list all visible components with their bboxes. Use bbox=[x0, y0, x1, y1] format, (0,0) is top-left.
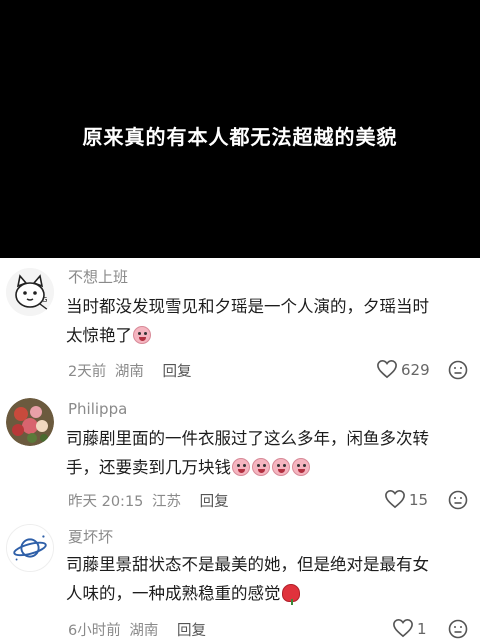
avatar[interactable]: G bbox=[6, 268, 54, 316]
comment-text-line: 手，还要卖到几万块钱 bbox=[66, 458, 231, 477]
comment-text: 当时都没发现雪见和夕瑶是一个人演的，夕瑶当时 太惊艳了 bbox=[66, 292, 476, 350]
comment-username[interactable]: Philippa bbox=[68, 400, 127, 418]
like-button[interactable]: 15 bbox=[384, 489, 428, 509]
crying-laughing-emoji-icon bbox=[232, 458, 250, 476]
comment-item: G 不想上班 当时都没发现雪见和夕瑶是一个人演的，夕瑶当时 太惊艳了 2天前 湖… bbox=[0, 266, 480, 386]
comment-text-line: 司藤剧里面的一件衣服过了这么多年，闲鱼多次转 bbox=[66, 429, 429, 448]
comment-item: 夏坏坏 司藤里景甜状态不是最美的她，但是绝对是最有女 人味的，一种成熟稳重的感觉… bbox=[0, 524, 480, 640]
crying-laughing-emoji-icon bbox=[133, 326, 151, 344]
video-banner[interactable]: 原来真的有本人都无法超越的美貌 bbox=[0, 0, 480, 258]
like-button[interactable]: 1 bbox=[392, 618, 427, 638]
avatar[interactable] bbox=[6, 524, 54, 572]
cartoon-animal-icon: G bbox=[6, 268, 54, 316]
comment-time: 6小时前 bbox=[68, 623, 121, 639]
comment-location: 湖南 bbox=[129, 623, 159, 639]
dislike-button[interactable] bbox=[448, 360, 468, 384]
comment-username[interactable]: 夏坏坏 bbox=[68, 526, 113, 547]
banner-title: 原来真的有本人都无法超越的美貌 bbox=[82, 125, 398, 149]
comment-text-line: 司藤里景甜状态不是最美的她，但是绝对是最有女 bbox=[66, 555, 429, 574]
dislike-face-icon bbox=[448, 490, 468, 510]
comment-time: 2天前 bbox=[68, 364, 107, 380]
reply-button[interactable]: 回复 bbox=[162, 364, 191, 380]
comment-meta: 2天前 湖南 回复 bbox=[68, 360, 195, 381]
reply-button[interactable]: 回复 bbox=[200, 494, 229, 510]
comment-text-line: 当时都没发现雪见和夕瑶是一个人演的，夕瑶当时 bbox=[66, 297, 429, 316]
crying-laughing-emoji-icon bbox=[272, 458, 290, 476]
comment-username[interactable]: 不想上班 bbox=[68, 266, 128, 287]
like-button[interactable]: 629 bbox=[376, 359, 430, 379]
dislike-face-icon bbox=[448, 619, 468, 639]
comment-location: 江苏 bbox=[152, 494, 182, 510]
comment-item: Philippa 司藤剧里面的一件衣服过了这么多年，闲鱼多次转 手，还要卖到几万… bbox=[0, 398, 480, 513]
heart-icon bbox=[393, 618, 413, 638]
dislike-button[interactable] bbox=[448, 490, 468, 514]
heart-icon bbox=[385, 489, 405, 509]
heart-icon bbox=[377, 359, 397, 379]
crying-laughing-emoji-icon bbox=[292, 458, 310, 476]
rose-emoji-icon bbox=[281, 584, 300, 605]
comment-text-line: 太惊艳了 bbox=[66, 326, 132, 345]
crying-laughing-emoji-icon bbox=[252, 458, 270, 476]
planet-icon bbox=[7, 525, 53, 571]
comment-meta: 6小时前 湖南 回复 bbox=[68, 619, 210, 640]
avatar[interactable] bbox=[6, 398, 54, 446]
like-count: 629 bbox=[401, 361, 430, 379]
comment-meta: 昨天 20:15 江苏 回复 bbox=[68, 490, 233, 511]
like-count: 1 bbox=[417, 620, 427, 638]
like-count: 15 bbox=[409, 491, 429, 509]
comment-text-line: 人味的，一种成熟稳重的感觉 bbox=[66, 584, 281, 603]
reply-button[interactable]: 回复 bbox=[177, 623, 206, 639]
comment-time: 昨天 20:15 bbox=[68, 494, 144, 510]
svg-text:G: G bbox=[42, 296, 47, 304]
comment-text: 司藤里景甜状态不是最美的她，但是绝对是最有女 人味的，一种成熟稳重的感觉 bbox=[66, 550, 476, 608]
comment-location: 湖南 bbox=[114, 364, 144, 380]
flower-photo-icon bbox=[6, 398, 54, 446]
comment-text: 司藤剧里面的一件衣服过了这么多年，闲鱼多次转 手，还要卖到几万块钱 bbox=[66, 424, 476, 482]
dislike-face-icon bbox=[448, 360, 468, 380]
dislike-button[interactable] bbox=[448, 619, 468, 640]
